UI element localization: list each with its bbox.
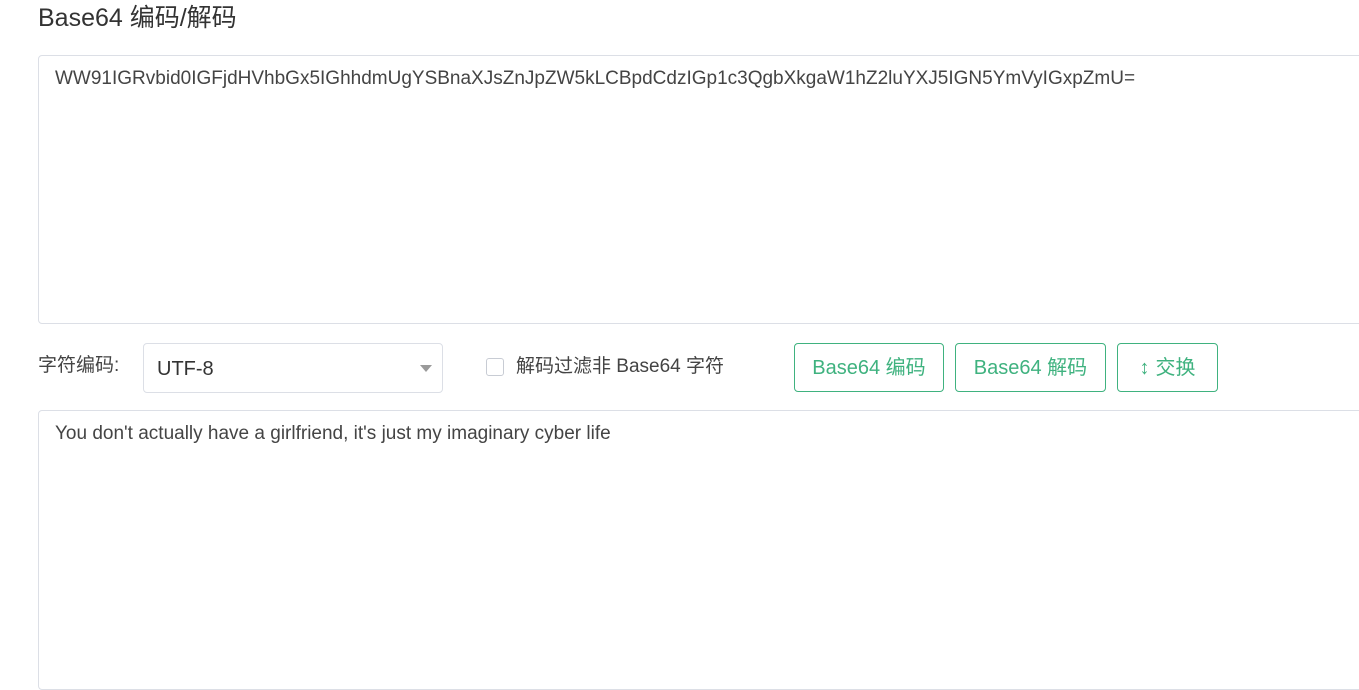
- base64-encode-button[interactable]: Base64 编码: [794, 343, 944, 392]
- page-title: Base64 编码/解码: [38, 4, 237, 32]
- swap-button[interactable]: ↕ 交换: [1117, 343, 1218, 392]
- checkbox-icon[interactable]: [486, 358, 504, 376]
- base64-input-textarea[interactable]: WW91IGRvbid0IGFjdHVhbGx5IGhhdmUgYSBnaXJs…: [38, 55, 1359, 324]
- charset-selected-value: UTF-8: [157, 358, 214, 380]
- swap-button-label: 交换: [1155, 357, 1196, 379]
- controls-row: 字符编码: UTF-8 解码过滤非 Base64 字符 Base64 编码 Ba…: [38, 343, 1338, 393]
- charset-select[interactable]: UTF-8: [143, 343, 443, 393]
- base64-decode-button[interactable]: Base64 解码: [955, 343, 1106, 392]
- swap-vertical-icon: ↕: [1139, 357, 1150, 379]
- text-output-textarea[interactable]: You don't actually have a girlfriend, it…: [38, 410, 1359, 690]
- chevron-down-icon: [420, 365, 432, 372]
- filter-checkbox-label: 解码过滤非 Base64 字符: [516, 356, 724, 377]
- charset-label: 字符编码:: [38, 355, 120, 376]
- filter-non-base64-checkbox[interactable]: 解码过滤非 Base64 字符: [486, 353, 724, 381]
